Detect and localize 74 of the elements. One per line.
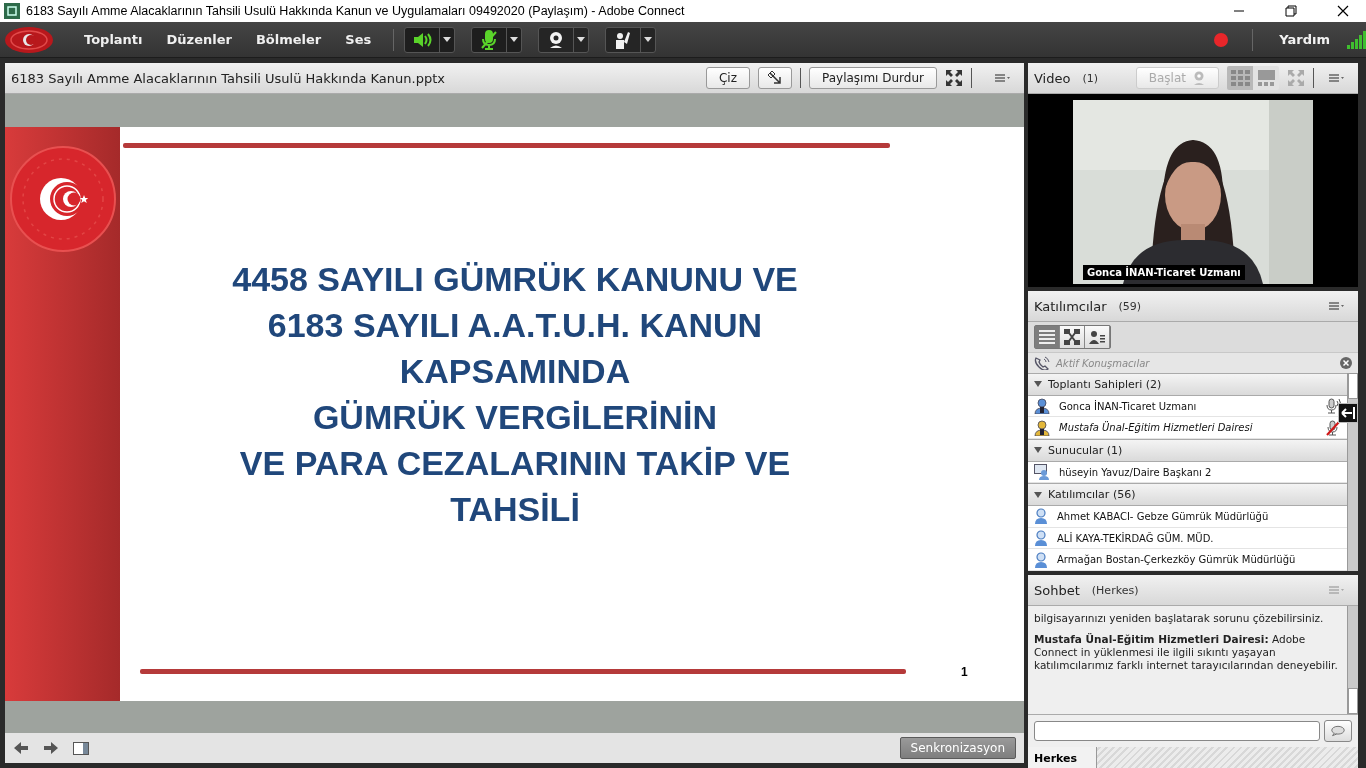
attendee-name[interactable]: hüseyin Yavuz/Daire Başkanı 2 [1059, 466, 1212, 478]
status-view-button[interactable] [1085, 326, 1110, 348]
previous-icon[interactable] [13, 741, 29, 755]
active-speakers-label: Aktif Konuşmacılar [1056, 357, 1151, 369]
participant-count: (1) [1082, 71, 1100, 85]
toolbar-button[interactable] [538, 26, 590, 53]
raised-hand-icon [614, 29, 633, 50]
pod-title: Sohbet [1034, 582, 1080, 598]
help-menu[interactable]: Yardım [1263, 32, 1346, 47]
window-title: 6183 Sayılı Amme Alacaklarının Tahsili Usulü Hakkında Kanun ve Uygulamaları 09492020 (Paylaşım) - Adobe Connect [26, 4, 686, 18]
phone-icon [1034, 356, 1050, 370]
pod-title: Katılımcılar [1034, 298, 1107, 314]
toolbar-button[interactable] [605, 26, 657, 53]
webcam-icon [1192, 71, 1206, 85]
breakout-view-button[interactable] [1060, 326, 1085, 348]
slide-heading: 4458 SAYILI GÜMRÜK KANUNU VE 6183 SAYILI A.A.T.U.H. KANUN KAPSAMINDA GÜMRÜK VERGİLERİNİN VE PARA CEZALARININ TAKİP VE TAHSİLİ [231, 258, 799, 530]
caret-icon [510, 37, 519, 42]
draw-button[interactable]: Çiz [706, 67, 750, 89]
attendee-name[interactable]: ALİ KAYA-TEKİRDAĞ GÜM. MÜD. [1057, 532, 1214, 544]
speech-bubble-icon [1331, 724, 1345, 738]
expanded-icon [1034, 446, 1042, 455]
chat-tab[interactable]: Herkes [1028, 747, 1097, 768]
arrow-icon [767, 70, 783, 86]
chat-message: Mustafa Ünal-Eğitim Hizmetleri Dairesi: Adobe Connect in yüklenmesi ile ilgili sıkıntı yaşayan katılımcılarımız farklı internet tarayıcılarından deneyebilir. [1034, 633, 1339, 672]
group-header[interactable]: Sunucular (1) [1028, 439, 1347, 462]
group-header[interactable]: Katılımcılar (56) [1028, 483, 1347, 507]
emblem-icon [4, 25, 54, 54]
caret-icon [577, 37, 586, 42]
clear-icon[interactable] [1340, 357, 1352, 369]
attendee-name[interactable]: Armağan Bostan-Çerkezköy Gümrük Müdürlüğü [1057, 554, 1296, 566]
signal-icon [1346, 29, 1366, 50]
group-header[interactable]: Toplantı Sahipleri (2) [1028, 373, 1347, 396]
app-icon [4, 3, 20, 19]
speaker-icon [412, 30, 433, 49]
group-name: Toplantı Sahipleri (2) [1048, 377, 1162, 391]
chat-scope: (Herkes) [1091, 583, 1140, 597]
video-caption: Gonca İNAN-Ticaret Uzmanı [1083, 265, 1245, 280]
menu-icon[interactable] [1328, 299, 1346, 313]
menu-icon[interactable] [994, 71, 1012, 85]
toolbar-button[interactable] [471, 26, 523, 53]
pod-title: 6183 Sayılı Amme Alacaklarının Tahsili Usulü Hakkında Kanun.pptx [11, 70, 446, 86]
stop-sharing-button[interactable]: Paylaşımı Durdur [809, 67, 937, 89]
attendee-name[interactable]: Mustafa Ünal-Eğitim Hizmetleri Dairesi [1059, 422, 1253, 434]
menu-icon[interactable] [1328, 71, 1346, 85]
group-name: Sunucular (1) [1048, 443, 1123, 457]
menu-item[interactable]: Düzenler [154, 32, 244, 47]
menu-item[interactable]: Ses [333, 32, 384, 47]
restore-icon[interactable] [1285, 5, 1297, 17]
close-icon[interactable] [1337, 5, 1349, 17]
collapse-icon[interactable] [1338, 403, 1358, 423]
scrollbar[interactable] [1347, 373, 1358, 571]
group-name: Katılımcılar (56) [1048, 488, 1136, 502]
expanded-icon [1034, 490, 1042, 499]
pointer-button[interactable] [758, 67, 792, 89]
attendee-name[interactable]: Gonca İNAN-Ticaret Uzmanı [1059, 400, 1197, 412]
sidebar-icon[interactable] [73, 741, 89, 755]
list-view-button[interactable] [1035, 326, 1060, 348]
menu-item[interactable]: Toplantı [72, 32, 155, 47]
attendee-name[interactable]: Ahmet KABACI- Gebze Gümrük Müdürlüğü [1057, 510, 1269, 522]
menu-item[interactable]: Bölmeler [243, 32, 334, 47]
expanded-icon [1034, 380, 1042, 389]
pod-title: Video [1034, 70, 1071, 86]
caret-icon [443, 37, 452, 42]
next-icon[interactable] [43, 741, 59, 755]
chat-message: bilgisayarınızı yeniden başlatarak sorunu çözebilirsiniz. [1034, 612, 1325, 625]
send-button[interactable] [1324, 720, 1352, 742]
muted-microphone-icon [480, 29, 499, 50]
page-number: 1 [961, 664, 968, 679]
fullscreen-icon[interactable] [945, 69, 963, 87]
message-field[interactable] [1034, 721, 1320, 741]
attendee-count: (59) [1118, 299, 1143, 313]
caret-icon [644, 37, 653, 42]
toolbar-button[interactable] [404, 26, 456, 53]
scrollbar[interactable] [1347, 606, 1358, 714]
